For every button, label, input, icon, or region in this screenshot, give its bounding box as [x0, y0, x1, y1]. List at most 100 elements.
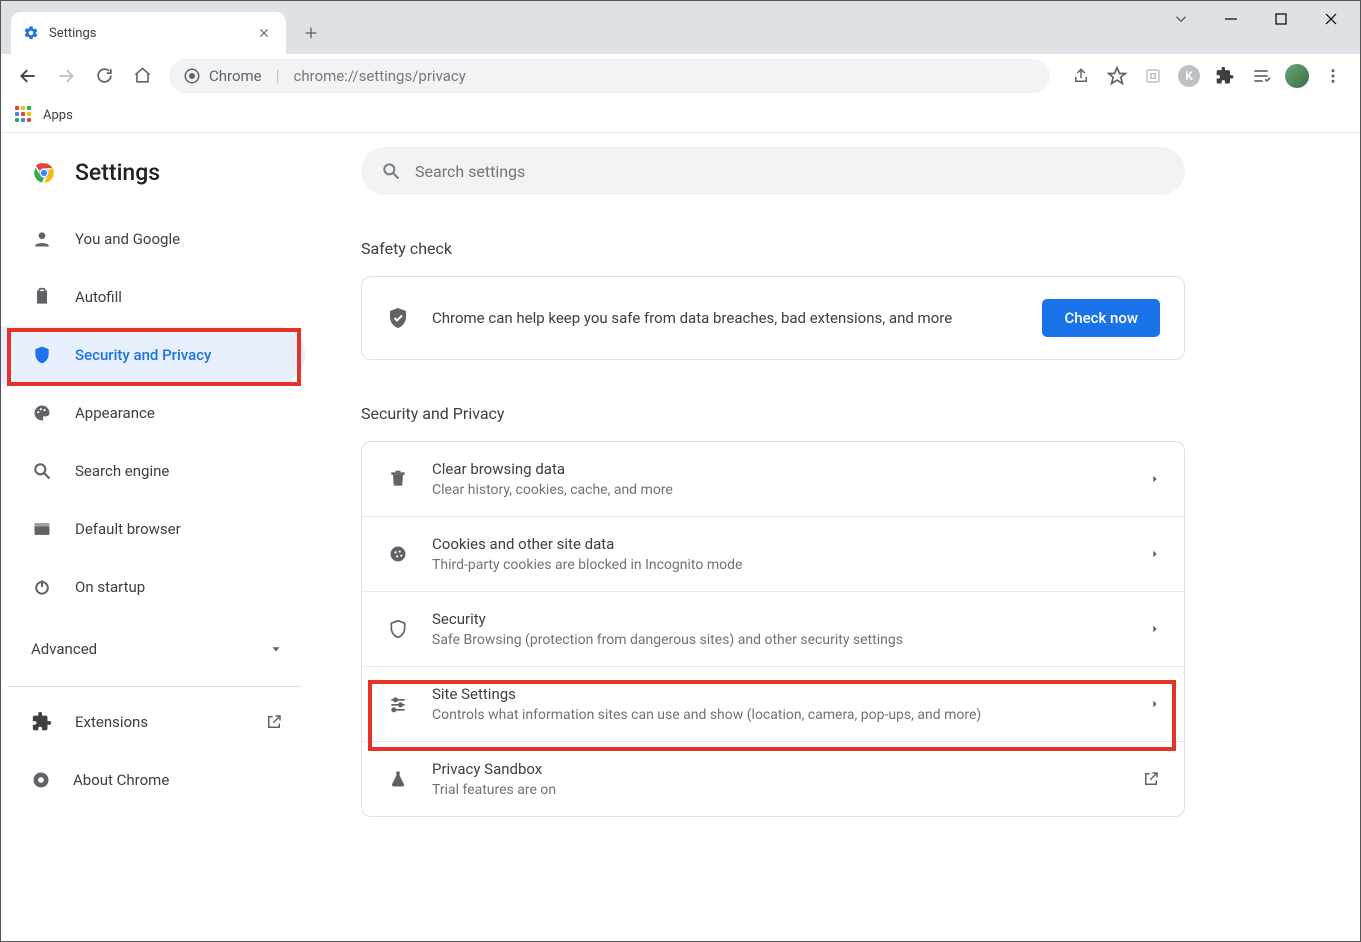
sidebar-item-on-startup[interactable]: On startup	[1, 558, 305, 616]
sidebar-label: Search engine	[75, 462, 169, 480]
close-window-button[interactable]	[1308, 5, 1354, 33]
row-title: Security	[432, 610, 1128, 628]
window-controls	[1158, 5, 1354, 33]
tab-search-icon[interactable]	[1158, 5, 1204, 33]
settings-main: Safety check Chrome can help keep you sa…	[307, 133, 1360, 941]
row-security[interactable]: Security Safe Browsing (protection from …	[362, 591, 1184, 666]
safety-check-text: Chrome can help keep you safe from data …	[432, 309, 1020, 327]
row-subtitle: Third-party cookies are blocked in Incog…	[432, 557, 1128, 573]
check-now-button[interactable]: Check now	[1042, 299, 1160, 337]
clipboard-icon	[31, 286, 53, 308]
browser-tab[interactable]: Settings	[11, 12, 286, 54]
security-privacy-card: Clear browsing data Clear history, cooki…	[361, 441, 1185, 817]
sidebar-item-autofill[interactable]: Autofill	[1, 268, 305, 326]
new-tab-button[interactable]	[294, 16, 328, 50]
shield-outline-icon	[386, 617, 410, 641]
chevron-down-icon	[269, 642, 283, 656]
row-privacy-sandbox[interactable]: Privacy Sandbox Trial features are on	[362, 741, 1184, 816]
shield-icon	[31, 344, 53, 366]
home-button[interactable]	[125, 59, 159, 93]
url-path: chrome://settings/privacy	[294, 67, 466, 85]
share-icon[interactable]	[1064, 59, 1098, 93]
bookmarks-bar: Apps	[1, 98, 1360, 133]
back-button[interactable]	[11, 59, 45, 93]
row-title: Site Settings	[432, 685, 1128, 703]
row-subtitle: Controls what information sites can use …	[432, 707, 1128, 723]
chevron-right-icon	[1150, 547, 1160, 561]
row-clear-browsing-data[interactable]: Clear browsing data Clear history, cooki…	[362, 442, 1184, 516]
sidebar-item-extensions[interactable]: Extensions	[1, 693, 307, 751]
forward-button[interactable]	[49, 59, 83, 93]
title-bar: Settings	[1, 1, 1360, 54]
k-badge-icon[interactable]: K	[1172, 59, 1206, 93]
sidebar-label: On startup	[75, 578, 145, 596]
address-bar[interactable]: Chrome | chrome://settings/privacy	[169, 59, 1050, 93]
bookmark-star-icon[interactable]	[1100, 59, 1134, 93]
menu-dots-icon[interactable]	[1316, 59, 1350, 93]
puzzle-icon	[31, 711, 53, 733]
sliders-icon	[386, 692, 410, 716]
apps-grid-icon[interactable]	[15, 106, 33, 124]
chrome-mono-icon	[31, 770, 51, 790]
chevron-right-icon	[1150, 622, 1160, 636]
row-title: Clear browsing data	[432, 460, 1128, 478]
gear-icon	[23, 25, 39, 41]
row-site-settings[interactable]: Site Settings Controls what information …	[362, 666, 1184, 741]
apps-label[interactable]: Apps	[43, 108, 73, 123]
tab-title: Settings	[49, 26, 244, 41]
search-icon	[381, 161, 401, 181]
row-subtitle: Clear history, cookies, cache, and more	[432, 482, 1128, 498]
sidebar-divider	[7, 686, 301, 687]
open-external-icon	[1142, 770, 1160, 788]
site-info-icon[interactable]	[183, 67, 201, 85]
search-icon	[31, 460, 53, 482]
settings-page: Settings You and Google Autofill Securit…	[1, 133, 1360, 941]
page-title: Settings	[75, 159, 160, 186]
cookie-icon	[386, 542, 410, 566]
sidebar-advanced-toggle[interactable]: Advanced	[1, 626, 307, 672]
row-cookies[interactable]: Cookies and other site data Third-party …	[362, 516, 1184, 591]
sidebar-label: Extensions	[75, 713, 148, 731]
person-icon	[31, 228, 53, 250]
brand-row: Settings	[1, 145, 307, 210]
sidebar-item-security-privacy[interactable]: Security and Privacy	[1, 326, 305, 384]
row-title: Privacy Sandbox	[432, 760, 1120, 778]
row-title: Cookies and other site data	[432, 535, 1128, 553]
sidebar-label: Default browser	[75, 520, 181, 538]
sidebar-label: Appearance	[75, 404, 155, 422]
sidebar-item-default-browser[interactable]: Default browser	[1, 500, 305, 558]
browser-icon	[31, 518, 53, 540]
row-subtitle: Safe Browsing (protection from dangerous…	[432, 632, 1128, 648]
extensions-puzzle-icon[interactable]	[1208, 59, 1242, 93]
palette-icon	[31, 402, 53, 424]
advanced-label: Advanced	[31, 640, 97, 658]
sidebar-label: About Chrome	[73, 771, 169, 789]
url-origin: Chrome	[209, 67, 262, 85]
close-tab-icon[interactable]	[254, 25, 274, 41]
maximize-button[interactable]	[1258, 5, 1304, 33]
shield-check-icon	[386, 306, 410, 330]
row-subtitle: Trial features are on	[432, 782, 1120, 798]
search-field[interactable]	[415, 162, 1165, 181]
section-heading-safety: Safety check	[361, 239, 1320, 258]
sidebar-item-appearance[interactable]: Appearance	[1, 384, 305, 442]
extension-box-icon[interactable]	[1136, 59, 1170, 93]
settings-sidebar: Settings You and Google Autofill Securit…	[1, 133, 307, 941]
browser-toolbar: Chrome | chrome://settings/privacy K	[1, 54, 1360, 98]
sidebar-label: Security and Privacy	[75, 346, 211, 364]
trash-icon	[386, 467, 410, 491]
minimize-button[interactable]	[1208, 5, 1254, 33]
profile-avatar[interactable]	[1280, 59, 1314, 93]
sidebar-item-search-engine[interactable]: Search engine	[1, 442, 305, 500]
reload-button[interactable]	[87, 59, 121, 93]
section-heading-security: Security and Privacy	[361, 404, 1320, 423]
safety-check-card: Chrome can help keep you safe from data …	[361, 276, 1185, 360]
flask-icon	[386, 767, 410, 791]
power-icon	[31, 576, 53, 598]
sidebar-item-about-chrome[interactable]: About Chrome	[1, 751, 307, 809]
sidebar-item-you-and-google[interactable]: You and Google	[1, 210, 305, 268]
sidebar-label: Autofill	[75, 288, 122, 306]
search-settings-input[interactable]	[361, 147, 1185, 195]
url-separator: |	[276, 66, 280, 85]
reading-list-icon[interactable]	[1244, 59, 1278, 93]
